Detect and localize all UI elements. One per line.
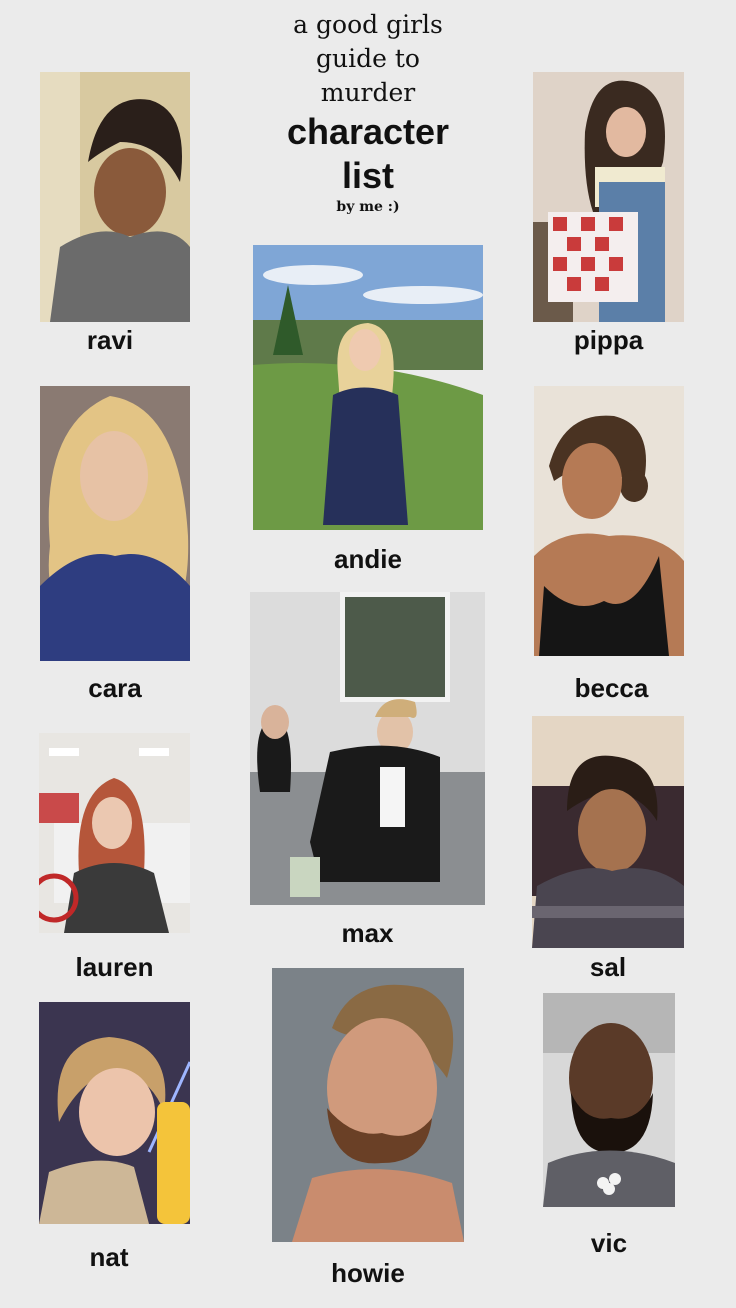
title-line-2: guide to: [316, 44, 420, 73]
name-howie: howie: [331, 1258, 405, 1288]
name-pippa: pippa: [573, 325, 644, 355]
photo-ravi: [40, 72, 190, 322]
photo-lauren: [39, 733, 190, 933]
photo-howie: [272, 968, 464, 1242]
title-line-4: character: [286, 111, 450, 152]
photo-sal: [532, 716, 684, 948]
photo-cara: [40, 386, 190, 661]
name-max: max: [341, 918, 394, 948]
photo-vic: [543, 993, 675, 1207]
name-ravi: ravi: [86, 325, 134, 355]
title-block: a good girls guide to murder character l…: [258, 8, 478, 216]
photo-max: [250, 592, 485, 905]
name-sal: sal: [589, 952, 627, 982]
photo-nat: [39, 1002, 190, 1224]
name-lauren: lauren: [75, 952, 154, 982]
byline: by me :): [336, 199, 400, 215]
photo-pippa: [533, 72, 684, 322]
title-line-1: a good girls: [293, 10, 443, 39]
name-andie: andie: [334, 544, 402, 574]
name-nat: nat: [89, 1242, 129, 1272]
photo-becca: [534, 386, 684, 656]
name-vic: vic: [590, 1228, 628, 1258]
photo-andie: [253, 245, 483, 530]
title-line-3: murder: [320, 78, 416, 107]
name-becca: becca: [574, 673, 649, 703]
name-cara: cara: [88, 673, 142, 703]
title-line-5: list: [341, 155, 394, 196]
